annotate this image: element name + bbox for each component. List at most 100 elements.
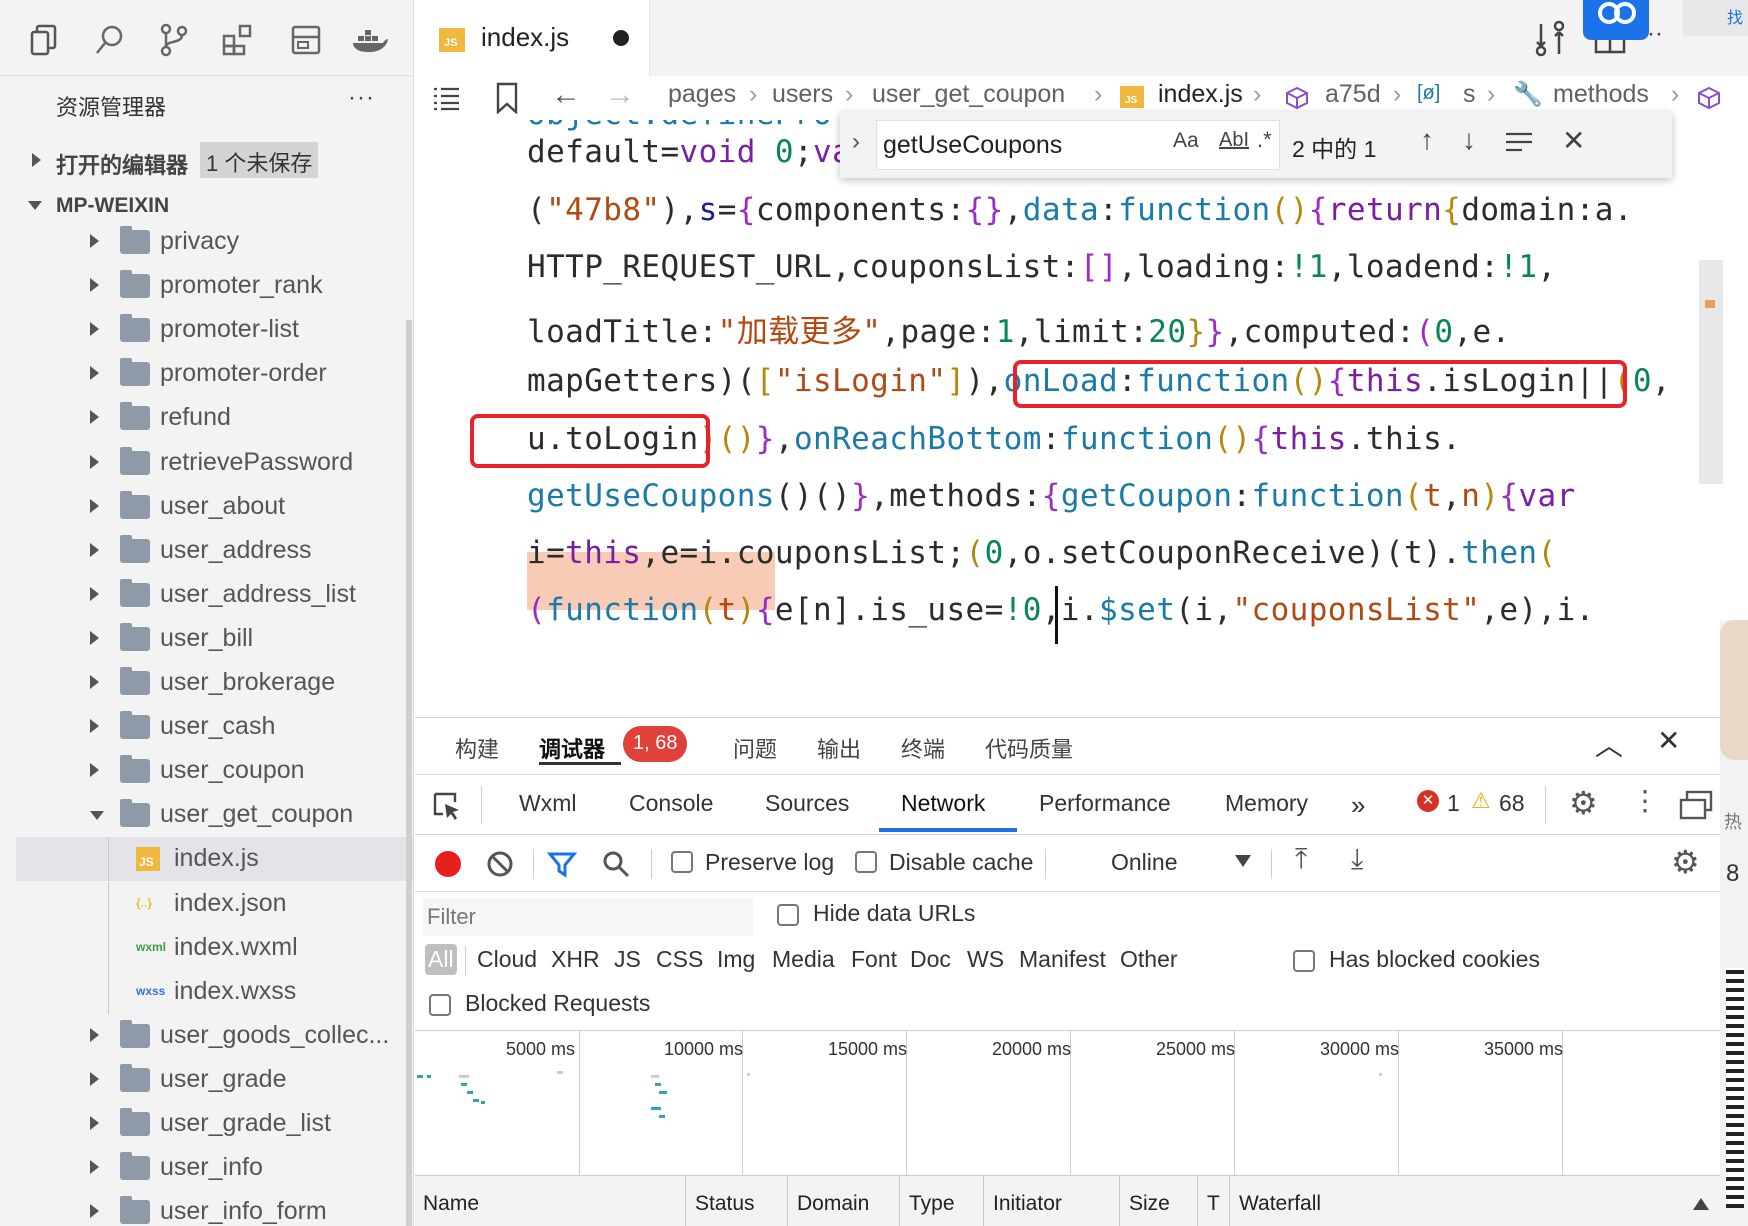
tree-file-index-json[interactable]: {..} index.json [16,881,413,926]
tab-wxml[interactable]: Wxml [519,790,576,817]
close-panel-icon[interactable]: ✕ [1657,724,1680,757]
hide-data-urls-checkbox[interactable] [777,904,799,926]
clear-icon[interactable] [485,849,515,879]
type-filter-doc[interactable]: Doc [910,946,951,973]
more-tabs-icon[interactable]: » [1351,790,1365,821]
filter-icon[interactable] [547,849,577,879]
unsaved-dot-icon[interactable] [613,30,629,46]
tree-folder-refund[interactable]: refund [16,396,413,440]
bookmark-icon[interactable] [495,82,519,114]
breadcrumb-module[interactable]: a75d [1325,80,1381,109]
settings-gear-icon[interactable]: ⚙ [1569,784,1598,822]
collapse-panel-icon[interactable]: ︿ [1595,724,1623,764]
throttle-select[interactable]: Online [1111,849,1177,876]
toggle-replace-icon[interactable]: › [852,128,860,156]
tree-folder-user-about[interactable]: user_about [16,485,413,529]
tree-file-index-js[interactable]: JS index.js [16,837,413,882]
tree-file-index-wxss[interactable]: wxss index.wxss [16,969,413,1014]
find-input[interactable]: getUseCoupons Aa AbI .* [876,120,1280,170]
tree-folder-user-goods-collec-[interactable]: user_goods_collec... [16,1014,413,1058]
disable-cache-checkbox[interactable] [855,851,877,873]
breadcrumb-file[interactable]: index.js [1158,80,1243,109]
breadcrumb-methods[interactable]: methods [1553,80,1649,109]
kebab-menu-icon[interactable]: ⋮ [1631,784,1659,817]
network-settings-icon[interactable]: ⚙ [1671,843,1700,881]
tab-index-js[interactable]: JS index.js [415,0,650,76]
type-filter-manifest[interactable]: Manifest [1019,946,1106,973]
tab-console[interactable]: Console [629,790,713,817]
column-header-status[interactable]: Status [695,1192,755,1216]
type-filter-font[interactable]: Font [851,946,897,973]
breadcrumb-pages[interactable]: pages [668,80,736,109]
sort-up-icon[interactable] [1693,1198,1709,1210]
tree-folder-promoter-rank[interactable]: promoter_rank [16,264,413,308]
column-header-name[interactable]: Name [423,1192,479,1216]
list-icon[interactable] [431,84,461,112]
match-case-toggle[interactable]: Aa [1173,129,1199,153]
compare-icon[interactable] [1533,20,1567,58]
find-in-selection-icon[interactable] [1504,130,1534,156]
tree-folder-retrievepassword[interactable]: retrievePassword [16,441,413,485]
preserve-log-checkbox[interactable] [671,851,693,873]
tree-folder-user-grade-list[interactable]: user_grade_list [16,1102,413,1146]
dropdown-arrow-icon[interactable] [1235,855,1251,867]
tab-terminal[interactable]: 终端 [901,732,945,764]
has-blocked-cookies-checkbox[interactable] [1293,950,1315,972]
tree-folder-user-address[interactable]: user_address [16,529,413,573]
type-filter-ws[interactable]: WS [967,946,1004,973]
breadcrumb-folder[interactable]: user_get_coupon [872,80,1065,109]
type-filter-js[interactable]: JS [614,946,641,973]
type-filter-media[interactable]: Media [772,946,835,973]
tab-problems[interactable]: 问题 [733,732,777,764]
tree-file-index-wxml[interactable]: wxml index.wxml [16,925,413,970]
network-timeline-overview[interactable]: 5000 ms 10000 ms 15000 ms 20000 ms 25000 ms 3… [415,1031,1733,1175]
tab-sources[interactable]: Sources [765,790,849,817]
undock-icon[interactable] [1679,790,1713,820]
export-har-icon[interactable]: ⤓ [1351,843,1363,876]
tree-folder-user-cash[interactable]: user_cash [16,705,413,749]
match-word-toggle[interactable]: AbI [1219,129,1249,152]
filter-input[interactable]: Filter [423,898,753,936]
type-filter-cloud[interactable]: Cloud [477,946,537,973]
record-button[interactable] [435,851,461,877]
tree-folder-user-bill[interactable]: user_bill [16,617,413,661]
type-filter-other[interactable]: Other [1120,946,1178,973]
code-area[interactable]: object.definePro default=void 0;var o=i(… [415,120,1748,717]
tab-output[interactable]: 输出 [817,732,861,764]
forward-arrow-icon[interactable]: → [605,78,635,112]
minimap-slider[interactable] [1699,260,1723,484]
column-header-waterfall[interactable]: Waterfall [1239,1192,1321,1216]
next-match-icon[interactable]: ↓ [1462,124,1476,156]
column-header-type[interactable]: Type [909,1192,955,1216]
breadcrumb-users[interactable]: users [772,80,833,109]
tree-folder-user-address-list[interactable]: user_address_list [16,573,413,617]
back-arrow-icon[interactable]: ← [551,78,581,112]
type-filter-img[interactable]: Img [717,946,755,973]
type-filter-xhr[interactable]: XHR [551,946,600,973]
tab-build[interactable]: 构建 [455,732,499,764]
tab-code-quality[interactable]: 代码质量 [985,732,1073,764]
blocked-requests-checkbox[interactable] [429,994,451,1016]
import-har-icon[interactable]: ⤒ [1295,843,1307,876]
sidebar-scrollbar[interactable] [406,320,412,1226]
column-header-initiator[interactable]: Initiator [993,1192,1062,1216]
previous-match-icon[interactable]: ↑ [1420,124,1434,156]
type-filter-css[interactable]: CSS [656,946,703,973]
tree-folder-user-info[interactable]: user_info [16,1146,413,1190]
tree-folder-user-brokerage[interactable]: user_brokerage [16,661,413,705]
tree-folder-user-info-form[interactable]: user_info_form [16,1190,413,1226]
error-count[interactable]: 1 [1447,790,1460,817]
inspect-element-icon[interactable] [431,790,463,822]
tree-folder-user-coupon[interactable]: user_coupon [16,749,413,793]
tree-folder-user-grade[interactable]: user_grade [16,1058,413,1102]
tree-folder-privacy[interactable]: privacy [16,220,413,264]
cloud-app-icon[interactable] [1583,0,1649,40]
tree-folder-promoter-list[interactable]: promoter-list [16,308,413,352]
column-header-size[interactable]: Size [1129,1192,1170,1216]
type-filter-all[interactable]: All [425,944,457,975]
tree-folder-promoter-order[interactable]: promoter-order [16,352,413,396]
tab-memory[interactable]: Memory [1225,790,1308,817]
search-icon[interactable] [601,849,631,879]
column-header-t[interactable]: T [1207,1192,1220,1216]
tree-folder-user-get-coupon[interactable]: user_get_coupon [16,793,413,837]
